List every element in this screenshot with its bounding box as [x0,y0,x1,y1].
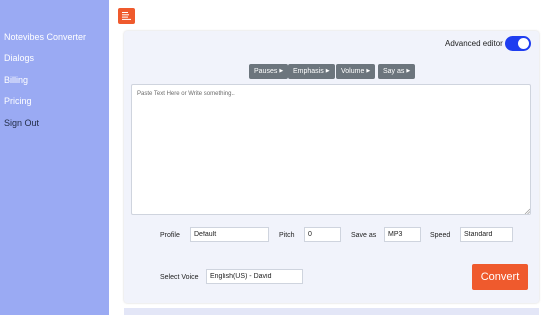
caret-right-icon: ▶ [406,68,411,74]
save-as-field[interactable] [384,227,421,242]
sidebar-item-notevibes-converter[interactable]: Notevibes Converter [4,31,86,43]
volume-button[interactable]: Volume ▶ [336,64,376,79]
text-editor[interactable] [131,84,531,215]
pauses-label: Pauses [254,68,278,75]
sidebar-item-billing[interactable]: Billing [4,74,28,86]
say-as-button[interactable]: Say as ▶ [378,64,416,79]
advanced-editor-label: Advanced editor [445,39,503,48]
caret-right-icon: ▶ [279,68,284,74]
speed-label: Speed [430,232,451,239]
toggle-knob [518,38,529,49]
profile-label: Profile [160,232,180,239]
volume-label: Volume [341,68,365,75]
select-voice-label: Select Voice [160,274,199,281]
sidebar: Notevibes Converter Dialogs Billing Pric… [0,0,109,315]
pauses-button[interactable]: Pauses ▶ [249,64,289,79]
emphasis-button[interactable]: Emphasis ▶ [288,64,335,79]
sidebar-item-sign-out[interactable]: Sign Out [4,117,39,129]
caret-right-icon: ▶ [366,68,371,74]
resize-grip-icon[interactable] [524,208,530,214]
convert-button[interactable]: Convert [472,264,528,290]
emphasis-label: Emphasis [293,68,324,75]
save-as-label: Save as [351,232,377,239]
sidebar-item-pricing[interactable]: Pricing [4,95,32,107]
menu-toggle-button[interactable] [118,8,135,24]
speed-field[interactable] [460,227,513,242]
caret-right-icon: ▶ [325,68,330,74]
next-panel-edge [124,308,539,315]
pitch-label: Pitch [279,232,295,239]
profile-field[interactable] [190,227,269,242]
advanced-editor-toggle[interactable] [505,36,531,51]
sidebar-item-dialogs[interactable]: Dialogs [4,52,34,64]
pitch-field[interactable] [304,227,341,242]
say-as-label: Say as [383,68,405,75]
menu-lines-icon [122,12,131,20]
select-voice-field[interactable] [206,269,303,284]
